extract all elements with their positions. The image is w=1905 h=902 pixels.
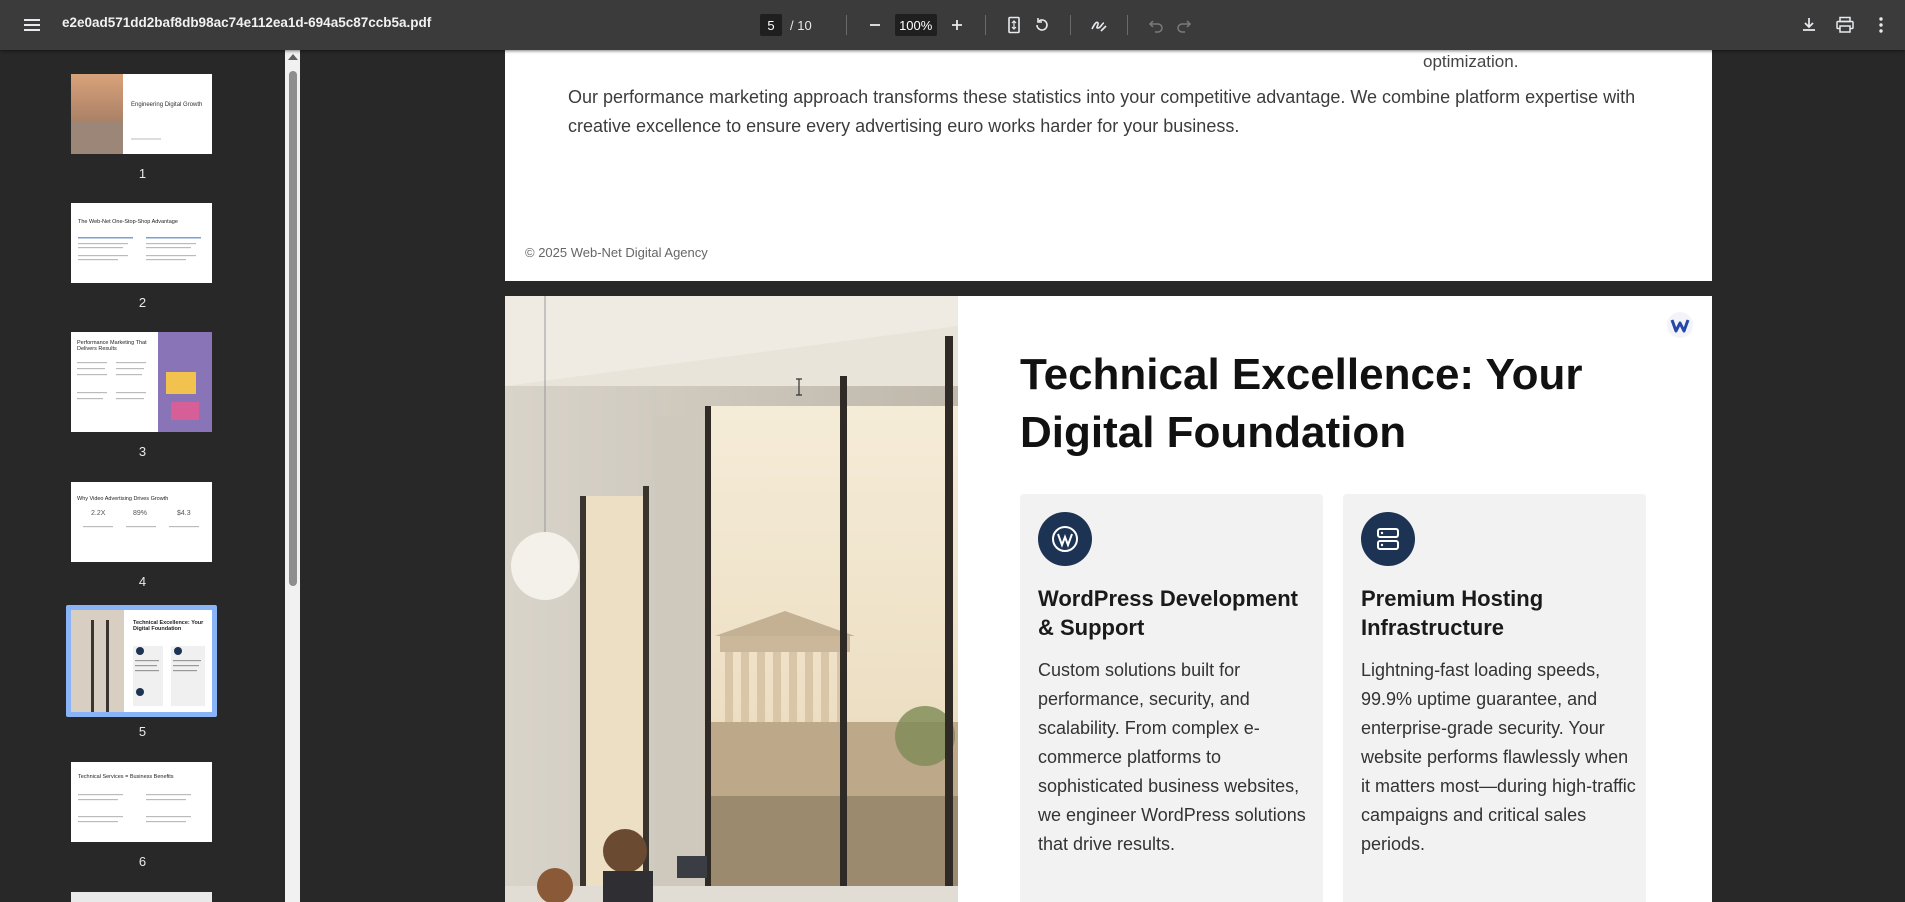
service-card-hosting: Premium Hosting Infrastructure Lightning… [1343, 494, 1646, 902]
thumbnail-3-image [77, 332, 212, 432]
server-icon [1361, 512, 1415, 566]
thumbnail-number: 6 [138, 854, 147, 869]
toolbar-right-actions [1795, 11, 1895, 39]
toolbar-divider [1126, 15, 1128, 35]
card-body: Custom solutions built for performance, … [1038, 660, 1306, 854]
thumbnail-number: 4 [138, 574, 147, 589]
card-body: Lightning-fast loading speeds, 99.9% upt… [1361, 660, 1636, 854]
toolbar-divider [1069, 15, 1071, 35]
page-total: / 10 [790, 17, 812, 33]
sidebar-scroll-thumb[interactable] [289, 71, 297, 586]
rotate-button[interactable] [1028, 11, 1056, 39]
wordpress-icon [1038, 512, 1092, 566]
current-page-input[interactable]: 5 [760, 14, 782, 36]
page5-title: Technical Excellence: Your Digital Found… [1020, 350, 1583, 457]
card-title: WordPress Development & Support [1038, 586, 1299, 640]
pdf-toolbar: e2e0ad571dd2baf8db98ac74e112ea1d-694a5c8… [0, 0, 1905, 50]
fit-page-button[interactable] [1000, 11, 1028, 39]
redo-button[interactable] [1170, 11, 1198, 39]
thumbnail-sidebar: Engineering Digital Growth 1 The Web-Net… [0, 50, 285, 902]
thumbnail-5-title: Technical Excellence: Your Digital Found… [133, 620, 204, 632]
thumbnail-page-6[interactable]: Technical Services = Business Benefits [71, 762, 212, 842]
thumbnail-1-title: Engineering Digital Growth [131, 102, 203, 108]
page4-text-fragment: optimization. [1423, 52, 1519, 71]
more-icon [1879, 17, 1883, 33]
thumbnail-page-7[interactable] [71, 892, 212, 902]
thumbnail-number: 2 [138, 295, 147, 310]
thumbnail-page-1[interactable]: Engineering Digital Growth [71, 74, 212, 154]
zoom-out-icon [869, 24, 880, 26]
webnet-logo-icon [1667, 312, 1693, 338]
undo-button[interactable] [1142, 11, 1170, 39]
thumbnail-number: 3 [138, 444, 147, 459]
zoom-input[interactable]: 100% [894, 14, 937, 36]
download-icon [1803, 18, 1815, 31]
zoom-in-icon [951, 20, 962, 30]
fit-page-icon [1007, 16, 1020, 34]
annotate-button[interactable] [1085, 11, 1113, 39]
download-button[interactable] [1795, 11, 1823, 39]
scroll-up-arrow-icon[interactable] [288, 54, 298, 60]
thumbnail-6-lines [78, 794, 191, 823]
service-card-wordpress: WordPress Development & Support Custom s… [1020, 494, 1323, 902]
page4-footer: © 2025 Web-Net Digital Agency [525, 245, 708, 260]
thumbnail-4-lines [83, 526, 199, 528]
card-title: Premium Hosting Infrastructure [1361, 586, 1544, 640]
zoom-in-button[interactable] [943, 11, 971, 39]
pdf-viewer[interactable]: optimization. Our performance marketing … [300, 50, 1905, 902]
thumbnail-2-lines [78, 237, 201, 261]
more-button[interactable] [1867, 11, 1895, 39]
thumbnail-number: 1 [138, 166, 147, 181]
toolbar-divider [984, 15, 986, 35]
thumbnail-page-5[interactable]: Technical Excellence: Your Digital Found… [71, 610, 212, 712]
thumbnail-number: 5 [138, 724, 147, 739]
print-icon [1836, 16, 1854, 33]
redo-icon [1176, 20, 1191, 33]
page4-paragraph: Our performance marketing approach trans… [568, 87, 1636, 136]
office-acropolis-photo [505, 296, 958, 902]
thumbnail-page-2[interactable]: The Web-Net One-Stop-Shop Advantage [71, 203, 212, 283]
page-controls: 5 / 10 100% [760, 11, 1198, 39]
rotate-icon [1035, 18, 1048, 31]
thumbnail-page-4[interactable]: Why Video Advertising Drives Growth 2.2X… [71, 482, 212, 562]
document-title: e2e0ad571dd2baf8db98ac74e112ea1d-694a5c8… [62, 15, 432, 30]
thumbnail-1-image [71, 74, 161, 154]
undo-icon [1148, 20, 1163, 33]
pdf-page-5: Technical Excellence: Your Digital Found… [505, 296, 1712, 902]
thumbnail-page-3[interactable]: Performance Marketing That Delivers Resu… [71, 332, 212, 432]
pdf-page-4: optimization. Our performance marketing … [505, 50, 1712, 281]
zoom-out-button[interactable] [861, 11, 889, 39]
menu-icon[interactable] [20, 13, 44, 37]
text-cursor-icon [796, 378, 802, 396]
toolbar-divider [845, 15, 847, 35]
print-button[interactable] [1831, 11, 1859, 39]
annotate-icon [1090, 21, 1107, 32]
